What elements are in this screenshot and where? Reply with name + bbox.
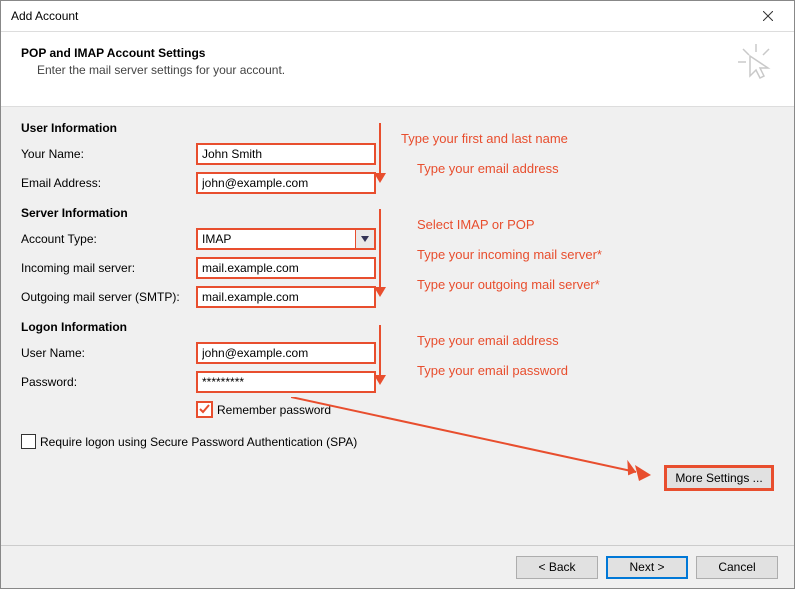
dialog-header: POP and IMAP Account Settings Enter the …	[1, 32, 794, 107]
input-password[interactable]	[196, 371, 376, 393]
label-account-type: Account Type:	[21, 232, 196, 246]
label-your-name: Your Name:	[21, 147, 196, 161]
cancel-button[interactable]: Cancel	[696, 556, 778, 579]
input-email[interactable]	[196, 172, 376, 194]
dialog-subtitle: Enter the mail server settings for your …	[37, 63, 774, 77]
section-server-info: Server Information	[21, 206, 774, 220]
close-button[interactable]	[748, 2, 788, 30]
section-logon-info: Logon Information	[21, 320, 774, 334]
checkbox-spa[interactable]	[21, 434, 36, 449]
input-outgoing[interactable]	[196, 286, 376, 308]
label-outgoing: Outgoing mail server (SMTP):	[21, 290, 196, 304]
label-email: Email Address:	[21, 176, 196, 190]
row-incoming: Incoming mail server:	[21, 255, 774, 281]
cursor-icon	[736, 42, 776, 82]
annot-email: Type your email address	[417, 161, 559, 176]
section-user-info: User Information	[21, 121, 774, 135]
more-settings-button[interactable]: More Settings ...	[664, 465, 774, 491]
back-button[interactable]: < Back	[516, 556, 598, 579]
row-email: Email Address:	[21, 170, 774, 196]
check-icon	[199, 404, 210, 415]
form-area: User Information Your Name: Email Addres…	[1, 107, 794, 449]
annot-user: Type your email address	[417, 333, 559, 348]
annot-incoming: Type your incoming mail server*	[417, 247, 602, 262]
input-incoming[interactable]	[196, 257, 376, 279]
input-your-name[interactable]	[196, 143, 376, 165]
row-password: Password:	[21, 369, 774, 395]
label-incoming: Incoming mail server:	[21, 261, 196, 275]
select-account-type-value: IMAP	[202, 232, 231, 246]
label-password: Password:	[21, 375, 196, 389]
add-account-dialog: Add Account POP and IMAP Account Setting…	[0, 0, 795, 589]
dialog-footer: < Back Next > Cancel	[1, 545, 794, 588]
annot-outgoing: Type your outgoing mail server*	[417, 277, 600, 292]
arrow-icon	[373, 325, 387, 385]
annot-name: Type your first and last name	[401, 131, 568, 146]
label-username: User Name:	[21, 346, 196, 360]
chevron-down-icon	[355, 230, 374, 248]
row-remember: Remember password	[196, 401, 774, 418]
select-account-type[interactable]: IMAP	[196, 228, 376, 250]
dialog-body: POP and IMAP Account Settings Enter the …	[1, 32, 794, 588]
annot-pass: Type your email password	[417, 363, 568, 378]
titlebar: Add Account	[1, 1, 794, 32]
row-account-type: Account Type: IMAP	[21, 226, 774, 252]
row-spa: Require logon using Secure Password Auth…	[21, 434, 774, 449]
row-username: User Name:	[21, 340, 774, 366]
input-username[interactable]	[196, 342, 376, 364]
label-remember: Remember password	[217, 403, 331, 417]
arrow-icon	[373, 123, 387, 183]
annot-type: Select IMAP or POP	[417, 217, 535, 232]
window-title: Add Account	[11, 9, 78, 23]
next-button[interactable]: Next >	[606, 556, 688, 579]
more-settings-label: More Settings ...	[675, 471, 762, 485]
row-outgoing: Outgoing mail server (SMTP):	[21, 284, 774, 310]
row-your-name: Your Name:	[21, 141, 774, 167]
arrow-icon	[373, 209, 387, 297]
close-icon	[763, 11, 773, 21]
label-spa: Require logon using Secure Password Auth…	[40, 435, 357, 449]
checkbox-remember[interactable]	[196, 401, 213, 418]
dialog-heading: POP and IMAP Account Settings	[21, 46, 774, 60]
